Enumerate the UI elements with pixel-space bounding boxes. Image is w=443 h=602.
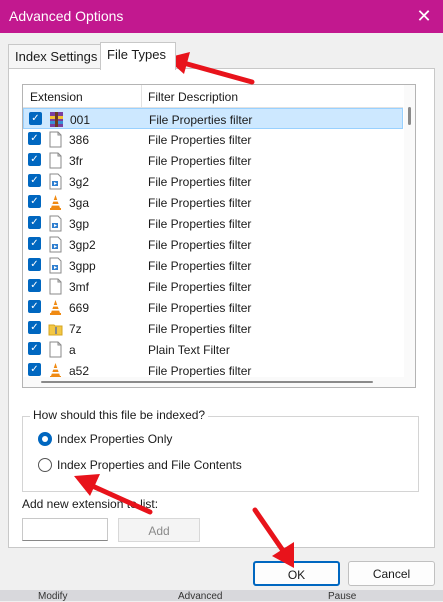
row-filter-description: File Properties filter	[148, 364, 252, 378]
list-item[interactable]: ✓ a Plain Text Filter	[23, 339, 403, 360]
column-header-extension[interactable]: Extension	[30, 90, 83, 104]
list-item[interactable]: ✓ 386 File Properties filter	[23, 129, 403, 150]
vertical-scroll-thumb[interactable]	[408, 107, 411, 125]
index-group-label: How should this file be indexed?	[30, 408, 209, 422]
row-extension: 3fr	[69, 154, 84, 168]
radio-label-index-properties-and-contents[interactable]: Index Properties and File Contents	[57, 458, 242, 472]
row-extension: 3g2	[69, 175, 90, 189]
row-filter-description: File Properties filter	[148, 322, 252, 336]
media-file-icon	[48, 257, 63, 274]
horizontal-scrollbar[interactable]	[23, 377, 415, 387]
background-window-strip: Modify Advanced Pause	[0, 590, 443, 602]
row-filter-description: File Properties filter	[148, 238, 252, 252]
tab-file-types[interactable]: File Types	[100, 42, 176, 70]
vlc-cone-icon	[48, 299, 63, 316]
row-checkbox[interactable]: ✓	[29, 112, 42, 125]
list-item[interactable]: ✓ 3gpp File Properties filter	[23, 255, 403, 276]
background-label-pause: Pause	[328, 591, 357, 602]
row-extension: 386	[69, 133, 90, 147]
close-icon[interactable]: ✕	[413, 5, 435, 27]
row-checkbox[interactable]: ✓	[28, 258, 41, 271]
row-filter-description: File Properties filter	[148, 259, 252, 273]
cancel-button[interactable]: Cancel	[348, 561, 435, 586]
background-label-modify: Modify	[38, 591, 68, 602]
background-label-advanced: Advanced	[178, 591, 223, 602]
vertical-scrollbar[interactable]	[404, 85, 415, 387]
extension-list[interactable]: Extension Filter Description ✓ 001 File Pr…	[22, 84, 416, 388]
row-extension: 3mf	[69, 280, 90, 294]
window-title: Advanced Options	[9, 8, 124, 24]
row-extension: 669	[69, 301, 90, 315]
row-checkbox[interactable]: ✓	[28, 321, 41, 334]
index-options-group	[22, 416, 419, 492]
list-item[interactable]: ✓ 3ga File Properties filter	[23, 192, 403, 213]
list-item[interactable]: ✓ 7z File Properties filter	[23, 318, 403, 339]
row-extension: 7z	[69, 322, 82, 336]
row-checkbox[interactable]: ✓	[28, 153, 41, 166]
column-separator[interactable]	[141, 85, 142, 107]
row-filter-description: File Properties filter	[148, 217, 252, 231]
blank-file-icon	[48, 341, 63, 358]
row-extension: 3ga	[69, 196, 90, 210]
row-filter-description: File Properties filter	[148, 133, 252, 147]
media-file-icon	[48, 236, 63, 253]
row-checkbox[interactable]: ✓	[28, 237, 41, 250]
row-filter-description: File Properties filter	[148, 175, 252, 189]
row-filter-description: File Properties filter	[148, 280, 252, 294]
row-filter-description: File Properties filter	[149, 113, 253, 127]
tab-index-settings[interactable]: Index Settings	[8, 44, 102, 69]
add-button[interactable]: Add	[118, 518, 200, 542]
list-item[interactable]: ✓ 669 File Properties filter	[23, 297, 403, 318]
archive-icon	[49, 111, 64, 128]
row-checkbox[interactable]: ✓	[28, 216, 41, 229]
row-extension: a	[69, 343, 76, 357]
row-extension: 001	[70, 113, 91, 127]
list-item[interactable]: ✓ 3gp File Properties filter	[23, 213, 403, 234]
radio-index-properties-and-contents[interactable]	[38, 458, 52, 472]
row-checkbox[interactable]: ✓	[28, 174, 41, 187]
add-extension-label: Add new extension to list:	[22, 497, 159, 511]
ok-button[interactable]: OK	[253, 561, 340, 586]
list-header: Extension Filter Description	[23, 85, 403, 108]
list-item[interactable]: ✓ 3fr File Properties filter	[23, 150, 403, 171]
row-filter-description: File Properties filter	[148, 301, 252, 315]
row-extension: 3gpp	[69, 259, 96, 273]
row-checkbox[interactable]: ✓	[28, 195, 41, 208]
row-filter-description: File Properties filter	[148, 154, 252, 168]
blank-file-icon	[48, 131, 63, 148]
radio-index-properties-only[interactable]	[38, 432, 52, 446]
list-item[interactable]: ✓ 001 File Properties filter	[23, 108, 403, 129]
row-checkbox[interactable]: ✓	[28, 363, 41, 376]
vlc-cone-icon	[48, 194, 63, 211]
row-filter-description: File Properties filter	[148, 196, 252, 210]
row-checkbox[interactable]: ✓	[28, 132, 41, 145]
row-checkbox[interactable]: ✓	[28, 279, 41, 292]
blank-file-icon	[48, 152, 63, 169]
list-item[interactable]: ✓ 3gp2 File Properties filter	[23, 234, 403, 255]
horizontal-scroll-thumb[interactable]	[41, 381, 373, 383]
row-checkbox[interactable]: ✓	[28, 342, 41, 355]
list-item[interactable]: ✓ 3mf File Properties filter	[23, 276, 403, 297]
media-file-icon	[48, 215, 63, 232]
radio-label-index-properties-only[interactable]: Index Properties Only	[57, 432, 172, 446]
zip-folder-icon	[48, 320, 63, 337]
blank-file-icon	[48, 278, 63, 295]
row-extension: a52	[69, 364, 90, 378]
list-item[interactable]: ✓ 3g2 File Properties filter	[23, 171, 403, 192]
row-checkbox[interactable]: ✓	[28, 300, 41, 313]
row-extension: 3gp	[69, 217, 90, 231]
row-filter-description: Plain Text Filter	[148, 343, 230, 357]
add-extension-input[interactable]	[22, 518, 108, 541]
column-header-filter-description[interactable]: Filter Description	[148, 90, 238, 104]
media-file-icon	[48, 173, 63, 190]
row-extension: 3gp2	[69, 238, 96, 252]
title-bar: Advanced Options ✕	[0, 0, 443, 33]
